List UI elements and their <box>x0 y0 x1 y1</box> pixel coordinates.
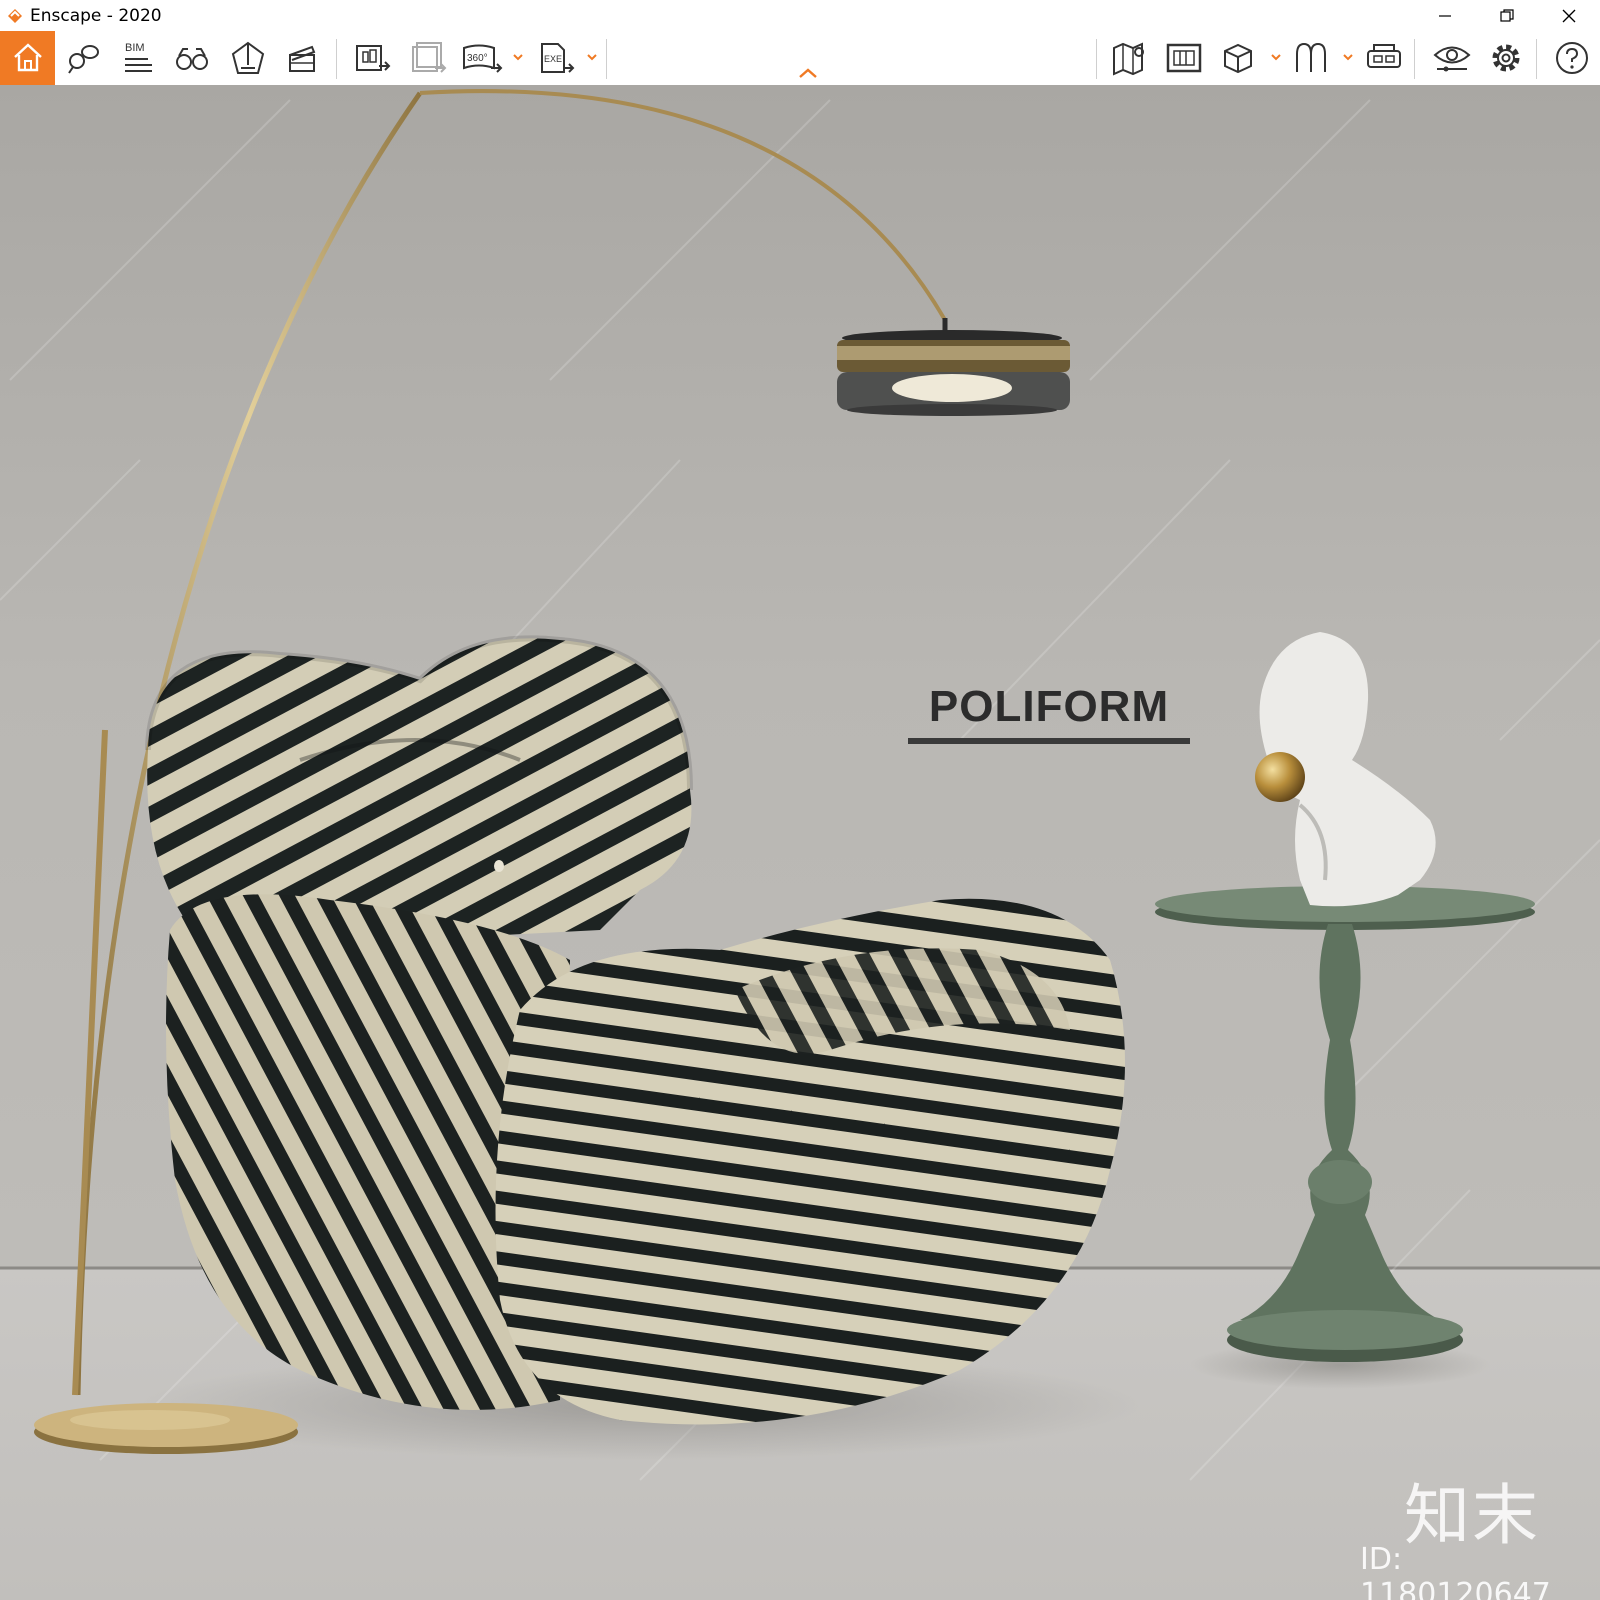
toolbar-separator <box>1414 39 1415 79</box>
perspective-button[interactable] <box>222 31 274 85</box>
brand-logo-text: POLIFORM <box>908 682 1190 744</box>
scene-render <box>0 85 1600 1600</box>
video-editor-button[interactable] <box>276 31 328 85</box>
vr-headset-button[interactable] <box>1358 31 1410 85</box>
window-title: Enscape - 2020 <box>30 5 162 26</box>
settings-button[interactable] <box>1480 31 1532 85</box>
exe-label: EXE <box>544 54 562 64</box>
toolbar-separator <box>606 39 607 79</box>
restore-button[interactable] <box>1476 0 1538 31</box>
visual-settings-eye-icon <box>1433 46 1471 72</box>
map-icon <box>1113 42 1144 76</box>
binoculars-icon <box>176 48 208 70</box>
view-management-button[interactable] <box>57 31 109 85</box>
toolbar-separator <box>336 39 337 79</box>
export-exe-button[interactable]: EXE <box>530 31 582 85</box>
settings-gear-icon <box>1492 44 1520 72</box>
home-icon <box>13 43 42 72</box>
clapperboard-icon <box>289 45 316 72</box>
chevron-up-icon[interactable] <box>798 67 818 79</box>
help-button[interactable] <box>1546 31 1598 85</box>
home-button[interactable] <box>0 31 55 85</box>
close-button[interactable] <box>1538 0 1600 31</box>
asset-library-button[interactable] <box>1212 31 1264 85</box>
panorama-label: 360° <box>467 53 488 64</box>
render-viewport[interactable]: POLIFORM 知末 ID: 1180120647 <box>0 85 1600 1600</box>
minimize-icon <box>1439 14 1451 17</box>
batch-render-button[interactable] <box>402 31 454 85</box>
bim-button[interactable]: BIM <box>112 31 164 85</box>
toolbar-separator <box>1536 39 1537 79</box>
chevron-down-icon[interactable] <box>512 51 524 63</box>
render-image-button[interactable] <box>346 31 398 85</box>
toolbar-separator <box>1096 39 1097 79</box>
batch-render-icon <box>412 42 447 73</box>
visual-settings-button[interactable] <box>1426 31 1478 85</box>
asset-cube-icon <box>1224 43 1252 74</box>
material-library-button[interactable] <box>1158 31 1210 85</box>
chevron-down-icon[interactable] <box>1342 51 1354 63</box>
help-icon <box>1556 42 1588 74</box>
chevron-down-icon[interactable] <box>586 51 598 63</box>
restore-icon <box>1500 8 1514 22</box>
vr-headset-icon <box>1367 44 1401 68</box>
uploads-button[interactable] <box>1286 31 1338 85</box>
bim-label: BIM <box>125 42 145 54</box>
view-management-icon <box>68 45 99 74</box>
panorama-button[interactable]: 360° <box>456 31 508 85</box>
uploads-icon <box>1296 42 1326 72</box>
material-library-icon <box>1166 43 1202 73</box>
bim-icon: BIM <box>125 42 152 72</box>
title-bar: Enscape - 2020 <box>0 0 1600 31</box>
minimize-button[interactable] <box>1414 0 1476 31</box>
pyramid-icon <box>231 41 265 74</box>
render-image-icon <box>356 45 391 71</box>
map-button[interactable] <box>1104 31 1156 85</box>
watermark-id: ID: 1180120647 <box>1360 1542 1551 1600</box>
enscape-logo-icon <box>8 8 22 23</box>
exe-export-icon: EXE <box>541 43 575 73</box>
binoculars-button[interactable] <box>166 31 218 85</box>
panorama-360-icon: 360° <box>463 44 503 73</box>
close-icon <box>1562 9 1576 22</box>
chevron-down-icon[interactable] <box>1270 51 1282 63</box>
